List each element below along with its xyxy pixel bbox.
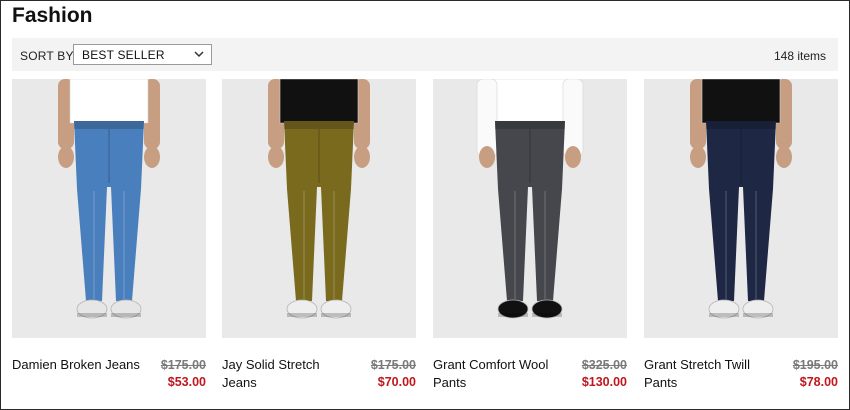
product-card[interactable]: Grant Stretch Twill Pants $195.00 $78.00 [644,79,838,399]
product-original-price: $175.00 [370,358,416,372]
model-figure [433,79,627,338]
product-card[interactable]: Grant Comfort Wool Pants $325.00 $130.00 [433,79,627,399]
product-card[interactable]: Jay Solid Stretch Jeans $175.00 $70.00 [222,79,416,399]
product-name[interactable]: Grant Comfort Wool Pants [433,356,561,392]
sort-label: SORT BY: [20,49,77,63]
product-grid: Damien Broken Jeans $175.00 $53.00 Jay S… [12,79,838,399]
page-title: Fashion [12,4,93,27]
product-original-price: $325.00 [581,358,627,372]
product-original-price: $195.00 [792,358,838,372]
model-figure [222,79,416,338]
product-name[interactable]: Jay Solid Stretch Jeans [222,356,350,392]
sort-select-value: BEST SELLER [82,48,165,62]
product-image[interactable] [433,79,627,338]
product-original-price: $175.00 [160,358,206,372]
product-image[interactable] [12,79,206,338]
model-figure [12,79,206,338]
product-sale-price: $70.00 [377,375,416,389]
product-card[interactable]: Damien Broken Jeans $175.00 $53.00 [12,79,206,399]
page-frame: Fashion SORT BY: BEST SELLER 148 items D… [0,0,850,410]
item-count: 148 items [773,49,826,63]
product-name[interactable]: Damien Broken Jeans [12,356,140,374]
product-sale-price: $78.00 [799,375,838,389]
sort-toolbar: SORT BY: BEST SELLER 148 items [12,38,838,71]
product-sale-price: $130.00 [581,375,627,389]
product-image[interactable] [222,79,416,338]
product-name[interactable]: Grant Stretch Twill Pants [644,356,772,392]
product-sale-price: $53.00 [167,375,206,389]
sort-select[interactable]: BEST SELLER [73,44,212,65]
chevron-down-icon [194,51,204,58]
product-image[interactable] [644,79,838,338]
model-figure [644,79,838,338]
